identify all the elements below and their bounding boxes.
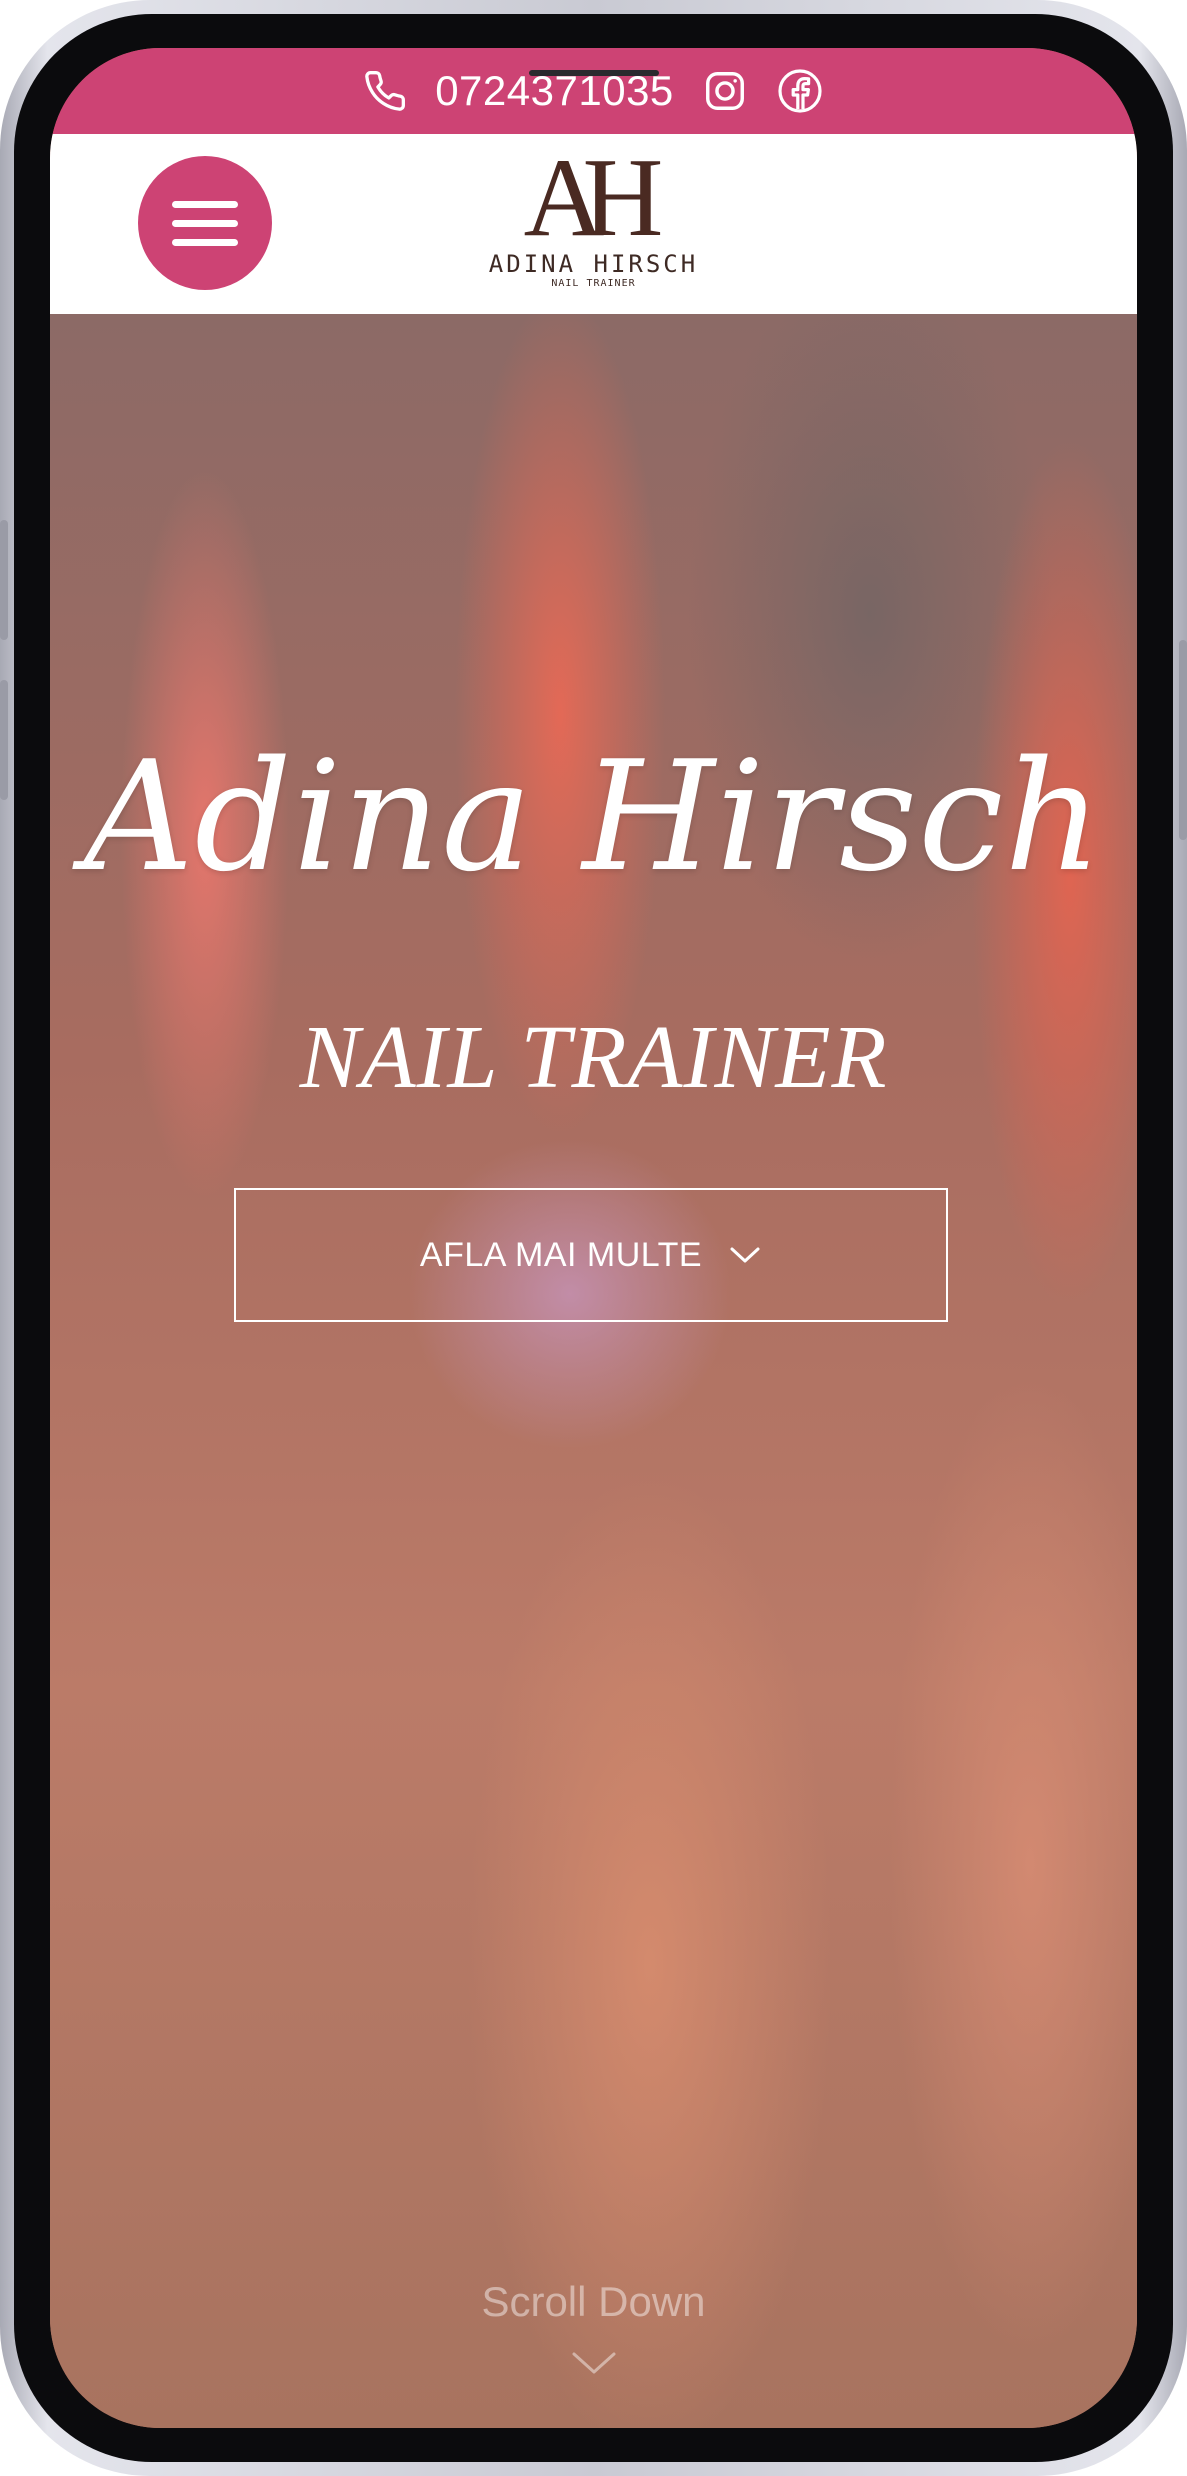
hero-subtitle: NAIL TRAINER xyxy=(299,1008,888,1107)
site-header: AH ADINA HIRSCH NAIL TRAINER xyxy=(50,134,1137,314)
phone-icon[interactable] xyxy=(363,69,407,113)
phone-bezel: 0724371035 AH ADINA HIRSCH NAIL TRAINER … xyxy=(14,14,1173,2462)
screen: 0724371035 AH ADINA HIRSCH NAIL TRAINER … xyxy=(50,48,1137,2428)
volume-button xyxy=(0,520,8,640)
site-logo[interactable]: AH ADINA HIRSCH NAIL TRAINER xyxy=(484,142,704,289)
logo-name: ADINA HIRSCH xyxy=(488,250,699,278)
chevron-down-icon[interactable] xyxy=(570,2348,618,2378)
chevron-down-icon xyxy=(730,1247,760,1263)
logo-monogram: AH xyxy=(523,136,664,260)
phone-frame: 0724371035 AH ADINA HIRSCH NAIL TRAINER … xyxy=(0,0,1187,2476)
scroll-down-label[interactable]: Scroll Down xyxy=(50,2278,1137,2326)
learn-more-label: AFLA MAI MULTE xyxy=(419,1235,703,1274)
facebook-icon[interactable] xyxy=(776,67,824,115)
speaker-grille xyxy=(528,70,659,76)
volume-button xyxy=(0,680,8,800)
contact-bar: 0724371035 xyxy=(50,48,1137,134)
hamburger-icon xyxy=(172,219,238,227)
hamburger-icon xyxy=(172,200,238,208)
menu-button[interactable] xyxy=(138,156,272,290)
learn-more-button[interactable]: AFLA MAI MULTE xyxy=(234,1188,948,1322)
hamburger-icon xyxy=(172,238,238,246)
power-button xyxy=(1179,640,1187,840)
logo-subtitle: NAIL TRAINER xyxy=(551,278,636,289)
instagram-icon[interactable] xyxy=(702,68,748,114)
hero-title: Adina Hirsch xyxy=(83,728,1104,905)
hero-section xyxy=(50,314,1137,2428)
